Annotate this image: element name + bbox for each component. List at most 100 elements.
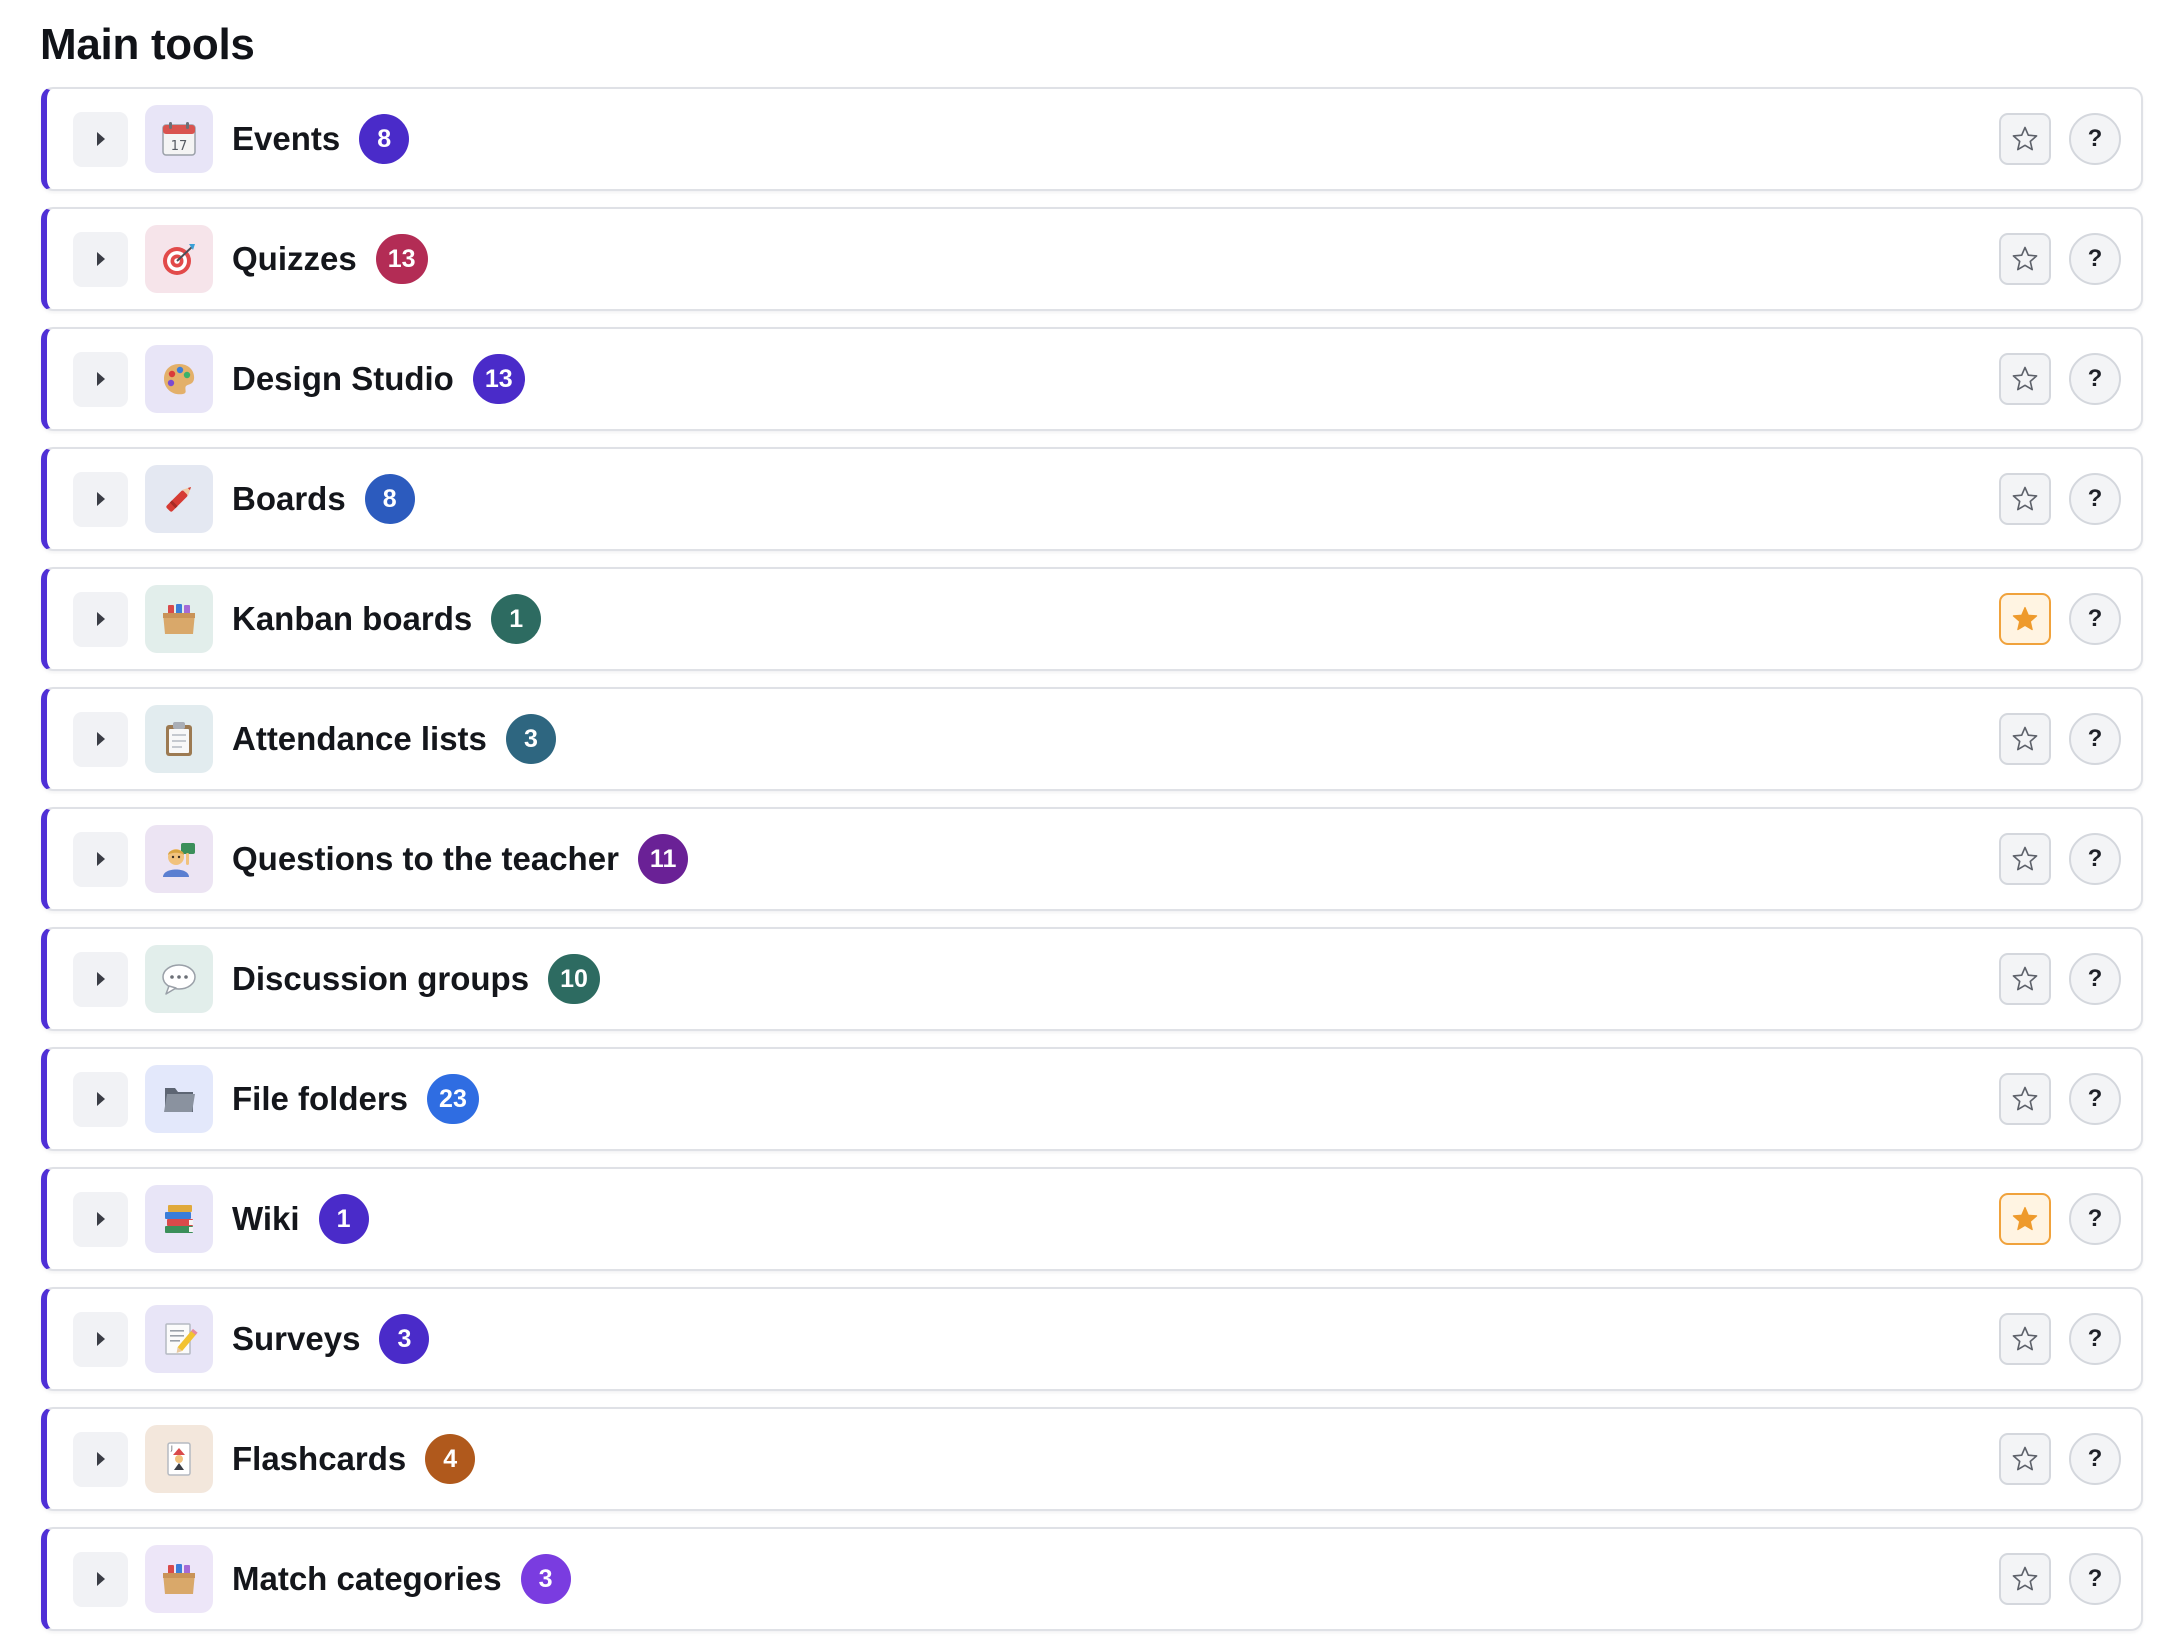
svg-text:17: 17 [171, 139, 188, 154]
tool-name[interactable]: File folders [232, 1079, 408, 1119]
help-button[interactable]: ? [2069, 473, 2121, 525]
star-outline-icon [2012, 1446, 2038, 1471]
count-badge: 1 [491, 594, 542, 644]
count-badge: 3 [379, 1314, 430, 1364]
star-outline-icon [2012, 486, 2038, 511]
tool-row[interactable]: J Flashcards 4? [41, 1407, 2143, 1511]
star-outline-icon [2012, 366, 2038, 391]
caret-right-icon [97, 1452, 105, 1466]
favorite-button[interactable] [1999, 1193, 2051, 1245]
expand-button[interactable] [73, 832, 128, 887]
star-outline-icon [2012, 1086, 2038, 1111]
expand-button[interactable] [73, 232, 128, 287]
tool-row[interactable]: File folders 23? [41, 1047, 2143, 1151]
tool-row[interactable]: Match categories 3? [41, 1527, 2143, 1631]
expand-button[interactable] [73, 1552, 128, 1607]
expand-button[interactable] [73, 1072, 128, 1127]
help-button[interactable]: ? [2069, 1553, 2121, 1605]
tool-row[interactable]: Wiki 1? [41, 1167, 2143, 1271]
tool-name[interactable]: Match categories [232, 1559, 502, 1599]
expand-button[interactable] [73, 1192, 128, 1247]
help-button[interactable]: ? [2069, 113, 2121, 165]
expand-button[interactable] [73, 952, 128, 1007]
tool-icon-tile [145, 225, 213, 293]
tool-icon-tile: 17 [145, 105, 213, 173]
expand-button[interactable] [73, 712, 128, 767]
tool-name[interactable]: Flashcards [232, 1439, 406, 1479]
caret-right-icon [97, 1092, 105, 1106]
tool-name[interactable]: Kanban boards [232, 599, 472, 639]
help-button[interactable]: ? [2069, 1433, 2121, 1485]
tool-name[interactable]: Quizzes [232, 239, 357, 279]
help-button[interactable]: ? [2069, 1073, 2121, 1125]
favorite-button[interactable] [1999, 353, 2051, 405]
tool-row[interactable]: Questions to the teacher 11? [41, 807, 2143, 911]
star-outline-icon [2012, 846, 2038, 871]
count-badge: 8 [359, 114, 410, 164]
favorite-button[interactable] [1999, 833, 2051, 885]
star-filled-icon [2012, 606, 2038, 631]
tool-icon-tile [145, 945, 213, 1013]
caret-right-icon [97, 252, 105, 266]
tool-row[interactable]: Discussion groups 10? [41, 927, 2143, 1031]
favorite-button[interactable] [1999, 1433, 2051, 1485]
tool-icon-tile [145, 1065, 213, 1133]
tool-name[interactable]: Attendance lists [232, 719, 487, 759]
tool-icon-tile [145, 825, 213, 893]
count-badge: 4 [425, 1434, 476, 1484]
caret-right-icon [97, 372, 105, 386]
favorite-button[interactable] [1999, 473, 2051, 525]
main-tools-page: Main tools 17 Events 8? Quizzes 13? Design St… [0, 0, 2168, 1644]
tool-name[interactable]: Boards [232, 479, 346, 519]
tool-row[interactable]: Attendance lists 3? [41, 687, 2143, 791]
favorite-button[interactable] [1999, 713, 2051, 765]
help-button[interactable]: ? [2069, 1193, 2121, 1245]
favorite-button[interactable] [1999, 953, 2051, 1005]
tool-row[interactable]: Boards 8? [41, 447, 2143, 551]
expand-button[interactable] [73, 1432, 128, 1487]
favorite-button[interactable] [1999, 1073, 2051, 1125]
count-badge: 3 [520, 1554, 571, 1604]
tool-label: Events 8 [232, 114, 410, 164]
tool-name[interactable]: Discussion groups [232, 959, 529, 999]
count-badge: 13 [472, 354, 525, 404]
tool-name[interactable]: Design Studio [232, 359, 454, 399]
tool-label: Flashcards 4 [232, 1434, 476, 1484]
help-button[interactable]: ? [2069, 233, 2121, 285]
star-filled-icon [2012, 1206, 2038, 1231]
star-outline-icon [2012, 726, 2038, 751]
count-badge: 23 [427, 1074, 479, 1124]
caret-right-icon [97, 132, 105, 146]
help-button[interactable]: ? [2069, 1313, 2121, 1365]
tool-row[interactable]: 17 Events 8? [41, 87, 2143, 191]
help-button[interactable]: ? [2069, 833, 2121, 885]
tool-row[interactable]: Quizzes 13? [41, 207, 2143, 311]
tool-name[interactable]: Wiki [232, 1199, 300, 1239]
tool-icon-tile [145, 345, 213, 413]
tool-row[interactable]: Surveys 3? [41, 1287, 2143, 1391]
favorite-button[interactable] [1999, 1313, 2051, 1365]
expand-button[interactable] [73, 592, 128, 647]
help-button[interactable]: ? [2069, 713, 2121, 765]
help-button[interactable]: ? [2069, 953, 2121, 1005]
tool-icon-tile [145, 585, 213, 653]
favorite-button[interactable] [1999, 593, 2051, 645]
tool-icon-tile [145, 705, 213, 773]
tool-name[interactable]: Surveys [232, 1319, 360, 1359]
tool-row[interactable]: Kanban boards 1? [41, 567, 2143, 671]
expand-button[interactable] [73, 352, 128, 407]
favorite-button[interactable] [1999, 233, 2051, 285]
caret-right-icon [97, 1572, 105, 1586]
help-button[interactable]: ? [2069, 353, 2121, 405]
tool-row[interactable]: Design Studio 13? [41, 327, 2143, 431]
favorite-button[interactable] [1999, 1553, 2051, 1605]
expand-button[interactable] [73, 1312, 128, 1367]
star-outline-icon [2012, 1566, 2038, 1591]
help-button[interactable]: ? [2069, 593, 2121, 645]
tool-name[interactable]: Questions to the teacher [232, 839, 619, 879]
expand-button[interactable] [73, 112, 128, 167]
tool-name[interactable]: Events [232, 119, 340, 159]
expand-button[interactable] [73, 472, 128, 527]
favorite-button[interactable] [1999, 113, 2051, 165]
tool-icon-tile [145, 465, 213, 533]
